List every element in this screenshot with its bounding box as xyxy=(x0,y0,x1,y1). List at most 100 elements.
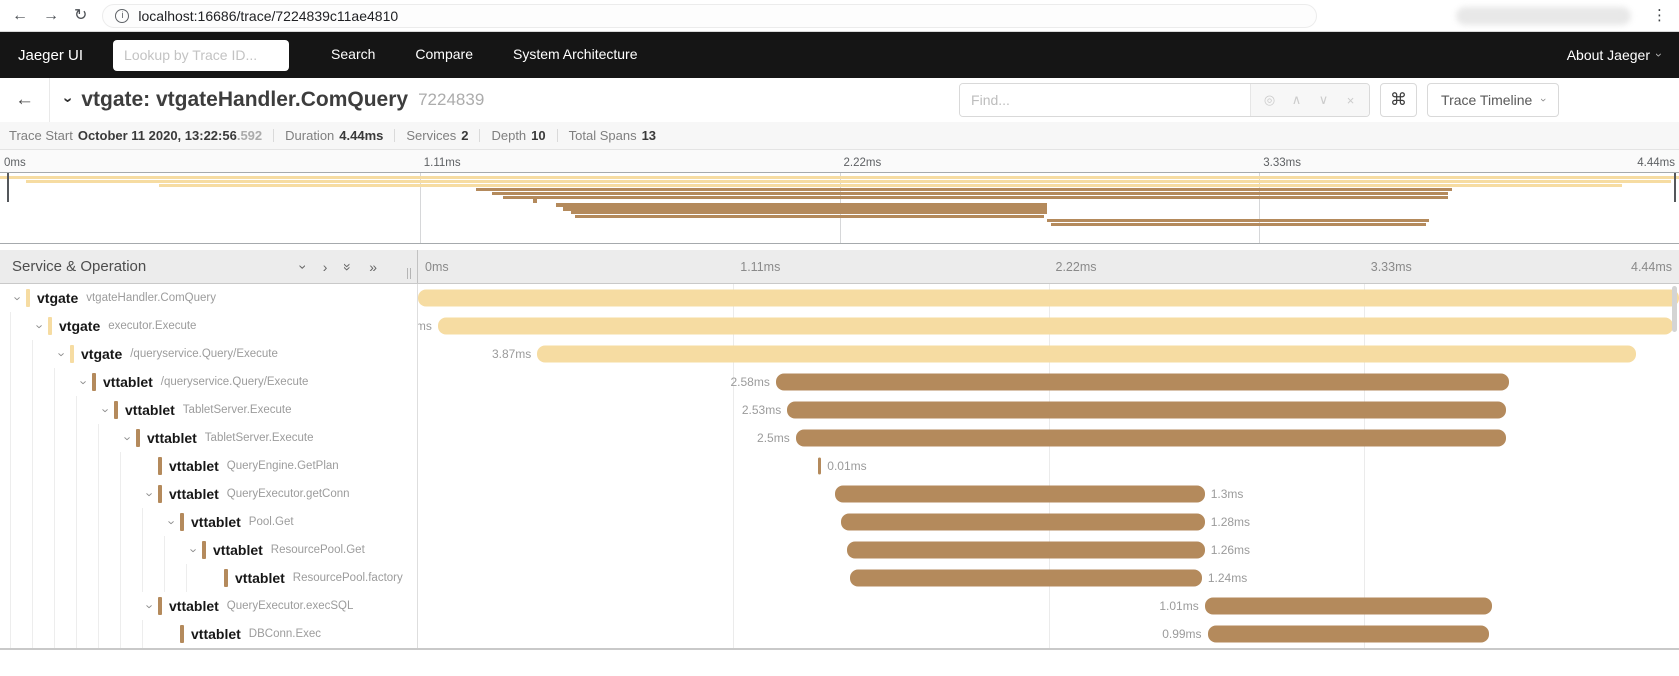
span-row[interactable]: ›vttabletQueryExecutor.getConn1.3ms xyxy=(0,480,1679,508)
collapse-span-chevron-icon[interactable]: › xyxy=(122,430,135,446)
keyboard-shortcuts-button[interactable]: ⌘ xyxy=(1380,83,1417,117)
span-row[interactable]: ›vtgateexecutor.Executems xyxy=(0,312,1679,340)
expand-all-icon[interactable]: » xyxy=(369,260,377,274)
span-duration-bar[interactable] xyxy=(835,486,1204,503)
span-timeline-cell[interactable]: ms xyxy=(418,312,1679,340)
tree-controls: › › » » xyxy=(301,260,377,274)
collapse-trace-detail-icon[interactable]: › xyxy=(59,97,77,102)
span-name-cell[interactable]: ›vttablet/queryservice.Query/Execute xyxy=(0,368,418,396)
collapse-span-chevron-icon[interactable]: › xyxy=(166,514,179,530)
nav-link-search[interactable]: Search xyxy=(331,46,375,62)
span-timeline-cell[interactable]: 0.01ms xyxy=(418,452,1679,480)
span-duration-bar[interactable] xyxy=(438,318,1673,335)
span-timeline-cell[interactable]: 2.5ms xyxy=(418,424,1679,452)
span-row[interactable]: ›vttablet/queryservice.Query/Execute2.58… xyxy=(0,368,1679,396)
expand-one-icon[interactable]: › xyxy=(323,260,328,274)
span-duration-bar[interactable] xyxy=(841,514,1205,531)
prev-result-icon[interactable]: ∧ xyxy=(1283,92,1310,108)
span-timeline-cell[interactable]: 1.24ms xyxy=(418,564,1679,592)
span-duration-bar[interactable] xyxy=(537,346,1636,363)
nav-link-compare[interactable]: Compare xyxy=(415,46,473,62)
span-name-cell[interactable]: ›vttabletTabletServer.Execute xyxy=(0,396,418,424)
clear-search-icon[interactable]: × xyxy=(1337,93,1364,108)
span-duration-bar[interactable] xyxy=(418,290,1679,307)
span-timeline-cell[interactable]: 3.87ms xyxy=(418,340,1679,368)
collapse-span-chevron-icon[interactable]: › xyxy=(12,290,25,306)
span-name-cell[interactable]: ›vttabletResourcePool.Get xyxy=(0,536,418,564)
collapse-span-chevron-icon[interactable]: › xyxy=(144,598,157,614)
span-duration-bar[interactable] xyxy=(850,570,1202,587)
browser-menu-icon[interactable]: ⋮ xyxy=(1652,8,1667,23)
span-name-cell[interactable]: ›vttabletPool.Get xyxy=(0,508,418,536)
trace-start-value: October 11 2020, 13:22:56 xyxy=(78,128,237,143)
site-info-icon[interactable]: i xyxy=(115,9,129,23)
browser-reload-icon[interactable]: ↻ xyxy=(74,8,87,24)
span-timeline-cell[interactable]: 1.28ms xyxy=(418,508,1679,536)
collapse-span-chevron-icon[interactable]: › xyxy=(100,402,113,418)
duration-value: 4.44ms xyxy=(339,128,383,143)
span-timeline-cell[interactable]: 2.53ms xyxy=(418,396,1679,424)
jaeger-logo[interactable]: Jaeger UI xyxy=(18,47,83,64)
span-name-cell[interactable]: ›vtgateexecutor.Execute xyxy=(0,312,418,340)
focus-match-icon[interactable]: ◎ xyxy=(1256,92,1283,108)
span-duration-bar[interactable] xyxy=(776,374,1509,391)
span-duration-bar[interactable] xyxy=(847,542,1205,559)
collapse-all-icon[interactable]: » xyxy=(341,263,355,271)
nav-link-system-architecture[interactable]: System Architecture xyxy=(513,46,638,62)
about-jaeger-menu[interactable]: About Jaeger › xyxy=(1567,47,1661,63)
url-bar[interactable]: i localhost:16686/trace/7224839c11ae4810 xyxy=(102,4,1317,28)
span-row[interactable]: ›vttabletQueryExecutor.execSQL1.01ms xyxy=(0,592,1679,620)
span-timeline-cell[interactable] xyxy=(418,284,1679,312)
collapse-span-chevron-icon[interactable]: › xyxy=(188,542,201,558)
collapse-span-chevron-icon[interactable]: › xyxy=(144,486,157,502)
span-row[interactable]: ›vtgatevtgateHandler.ComQuery xyxy=(0,284,1679,312)
viewport-left-handle[interactable] xyxy=(7,173,9,202)
trace-id-lookup-input[interactable] xyxy=(113,40,289,71)
span-name-cell[interactable]: vttabletQueryEngine.GetPlan xyxy=(0,452,418,480)
span-timeline-cell[interactable]: 1.26ms xyxy=(418,536,1679,564)
find-input[interactable] xyxy=(960,84,1250,116)
span-duration-bar[interactable] xyxy=(1205,598,1492,615)
trace-view-selector[interactable]: Trace Timeline › xyxy=(1427,83,1559,117)
services-value: 2 xyxy=(461,128,468,143)
collapse-one-icon[interactable]: › xyxy=(296,264,310,269)
span-duration-bar[interactable] xyxy=(1208,626,1489,643)
service-name: vttablet xyxy=(169,486,219,502)
span-name-cell[interactable]: ›vttabletQueryExecutor.execSQL xyxy=(0,592,418,620)
browser-forward-icon[interactable]: → xyxy=(43,8,59,24)
span-name-cell[interactable]: ›vttabletQueryExecutor.getConn xyxy=(0,480,418,508)
span-timeline-cell[interactable]: 1.3ms xyxy=(418,480,1679,508)
span-row[interactable]: ›vttabletPool.Get1.28ms xyxy=(0,508,1679,536)
viewport-right-handle[interactable] xyxy=(1674,173,1676,202)
span-row[interactable]: ›vtgate/queryservice.Query/Execute3.87ms xyxy=(0,340,1679,368)
span-timeline-cell[interactable]: 0.99ms xyxy=(418,620,1679,648)
span-row[interactable]: vttabletDBConn.Exec0.99ms xyxy=(0,620,1679,648)
next-result-icon[interactable]: ∨ xyxy=(1310,92,1337,108)
span-row[interactable]: ›vttabletTabletServer.Execute2.53ms xyxy=(0,396,1679,424)
collapse-span-chevron-icon[interactable]: › xyxy=(34,318,47,334)
span-row[interactable]: vttabletQueryEngine.GetPlan0.01ms xyxy=(0,452,1679,480)
span-duration-bar[interactable] xyxy=(787,402,1506,419)
browser-back-icon[interactable]: ← xyxy=(12,8,28,24)
scrollbar-thumb[interactable] xyxy=(1672,286,1677,332)
span-name-cell[interactable]: ›vtgatevtgateHandler.ComQuery xyxy=(0,284,418,312)
span-duration-bar[interactable] xyxy=(796,430,1506,447)
collapse-span-chevron-icon[interactable]: › xyxy=(78,374,91,390)
divider xyxy=(273,129,274,142)
collapse-span-chevron-icon[interactable]: › xyxy=(56,346,69,362)
span-name-cell[interactable]: vttabletResourcePool.factory xyxy=(0,564,418,592)
indent-guide xyxy=(10,564,32,592)
span-timeline-cell[interactable]: 1.01ms xyxy=(418,592,1679,620)
indent-guide xyxy=(120,480,142,508)
span-name-cell[interactable]: vttabletDBConn.Exec xyxy=(0,620,418,648)
minimap-canvas[interactable] xyxy=(0,172,1679,244)
column-resizer-grip[interactable] xyxy=(407,268,411,279)
span-row[interactable]: ›vttabletTabletServer.Execute2.5ms xyxy=(0,424,1679,452)
indent-guide xyxy=(120,564,142,592)
back-to-search-button[interactable]: ← xyxy=(0,78,50,122)
span-row[interactable]: ›vttabletResourcePool.Get1.26ms xyxy=(0,536,1679,564)
span-row[interactable]: vttabletResourcePool.factory1.24ms xyxy=(0,564,1679,592)
span-name-cell[interactable]: ›vtgate/queryservice.Query/Execute xyxy=(0,340,418,368)
span-timeline-cell[interactable]: 2.58ms xyxy=(418,368,1679,396)
span-name-cell[interactable]: ›vttabletTabletServer.Execute xyxy=(0,424,418,452)
